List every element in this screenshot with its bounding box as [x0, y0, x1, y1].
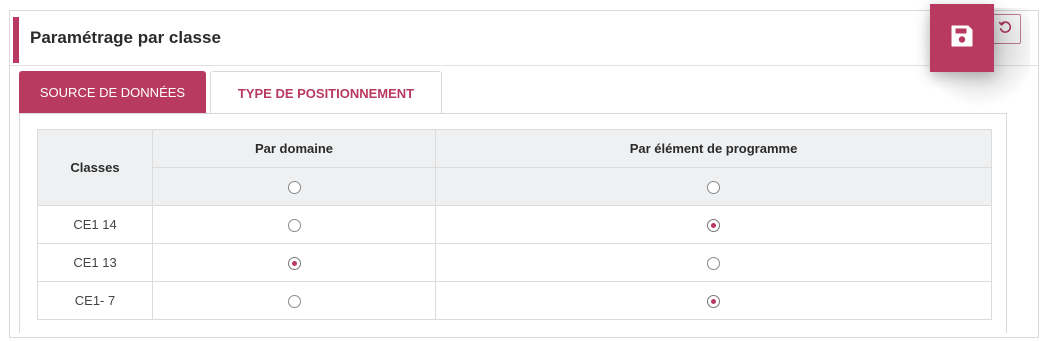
table-row: CE1 13 — [37, 243, 992, 282]
select-all-domain-cell — [152, 167, 436, 206]
element-cell — [435, 205, 992, 244]
column-header-par-element: Par élément de programme — [435, 129, 992, 168]
element-radio[interactable] — [707, 257, 720, 271]
class-name-cell: CE1- 7 — [37, 281, 153, 320]
save-button[interactable] — [930, 4, 994, 72]
table-row: CE1- 7 — [37, 281, 992, 320]
floppy-disk-icon — [949, 23, 975, 54]
class-name-cell: CE1 14 — [37, 205, 153, 244]
domain-cell — [152, 281, 436, 320]
panel-title: Paramétrage par classe — [30, 28, 221, 47]
table-row: CE1 14 — [37, 205, 992, 244]
column-header-classes: Classes — [37, 129, 153, 206]
domain-cell — [152, 243, 436, 282]
element-radio[interactable] — [707, 219, 720, 233]
element-radio[interactable] — [707, 295, 720, 309]
undo-icon — [998, 20, 1012, 39]
element-cell — [435, 243, 992, 282]
select-all-element-cell — [435, 167, 992, 206]
column-header-par-domaine: Par domaine — [152, 129, 436, 168]
tab-type-de-positionnement[interactable]: TYPE DE POSITIONNEMENT — [210, 71, 442, 114]
panel-header: Paramétrage par classe — [10, 11, 1038, 66]
select-all-element-radio[interactable] — [707, 181, 720, 195]
panel-accent-bar — [13, 17, 19, 63]
domain-radio[interactable] — [287, 257, 301, 271]
domain-radio[interactable] — [287, 295, 301, 309]
domain-cell — [152, 205, 436, 244]
class-name-cell: CE1 13 — [37, 243, 153, 282]
select-all-domain-radio[interactable] — [287, 181, 301, 195]
positioning-table: Classes Par domaine Par élément de progr… — [37, 129, 992, 320]
domain-radio[interactable] — [287, 219, 301, 233]
element-cell — [435, 281, 992, 320]
tab-source-de-donnees[interactable]: SOURCE DE DONNÉES — [19, 71, 206, 113]
